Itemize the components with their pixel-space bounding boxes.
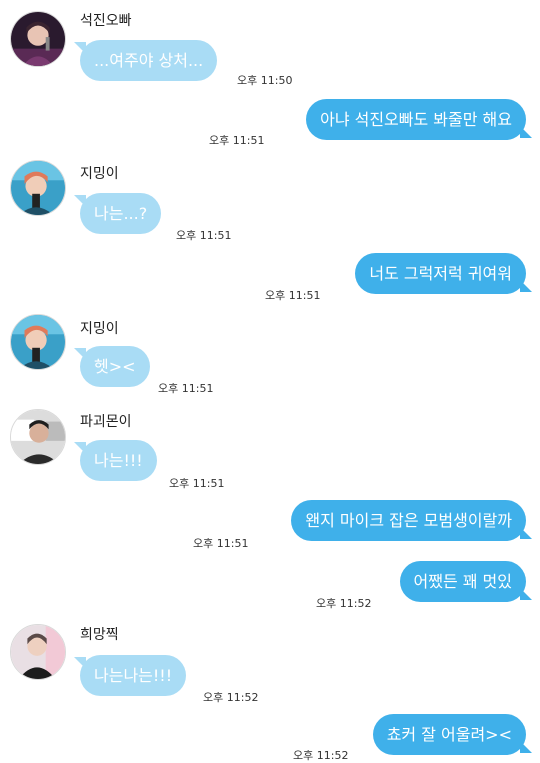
- sender-name: 지밍이: [80, 321, 119, 337]
- avatar-hoseok-icon: [11, 625, 65, 679]
- incoming-message-bubble[interactable]: 헷><: [74, 346, 150, 387]
- message-timestamp: 오후 11:51: [265, 289, 321, 302]
- sender-name: 파괴몬이: [80, 414, 132, 430]
- message-timestamp: 오후 11:51: [193, 537, 249, 550]
- avatar-seokjin-icon: [11, 12, 65, 66]
- avatar-hoseok[interactable]: [10, 624, 66, 680]
- message-timestamp: 오후 11:50: [237, 74, 293, 87]
- incoming-message-bubble[interactable]: 나는나는!!!: [73, 655, 187, 696]
- avatar-jimin-icon: [11, 161, 65, 215]
- message-timestamp: 오후 11:51: [158, 382, 214, 395]
- avatar-seokjin[interactable]: [10, 11, 66, 67]
- outgoing-message-bubble[interactable]: 너도 그럭저럭 귀여워: [355, 253, 532, 294]
- incoming-message-bubble[interactable]: 나는...?: [73, 193, 162, 234]
- avatar-jimin[interactable]: [10, 160, 66, 216]
- avatar-namjoon-icon: [11, 410, 65, 464]
- outgoing-message-bubble[interactable]: 쵸커 잘 어울려><: [372, 714, 533, 755]
- outgoing-message-bubble[interactable]: 왠지 마이크 잡은 모범생이랄까: [291, 500, 532, 541]
- message-timestamp: 오후 11:51: [169, 477, 225, 490]
- sender-name: 석진오빠: [80, 13, 132, 29]
- message-timestamp: 오후 11:52: [316, 597, 372, 610]
- avatar-jimin-icon: [11, 315, 65, 369]
- message-timestamp: 오후 11:51: [176, 229, 232, 242]
- incoming-message-bubble[interactable]: ...여주야 상처...: [73, 40, 218, 81]
- avatar-jimin[interactable]: [10, 314, 66, 370]
- outgoing-message-bubble[interactable]: 아냐 석진오빠도 봐줄만 해요: [306, 99, 532, 140]
- avatar-namjoon[interactable]: [10, 409, 66, 465]
- sender-name: 지밍이: [80, 166, 119, 182]
- message-timestamp: 오후 11:52: [203, 691, 259, 704]
- incoming-message-bubble[interactable]: 나는!!!: [74, 440, 157, 481]
- outgoing-message-bubble[interactable]: 어쨌든 꽤 멋있: [399, 561, 532, 602]
- sender-name: 희망찍: [80, 627, 119, 643]
- message-timestamp: 오후 11:51: [209, 134, 265, 147]
